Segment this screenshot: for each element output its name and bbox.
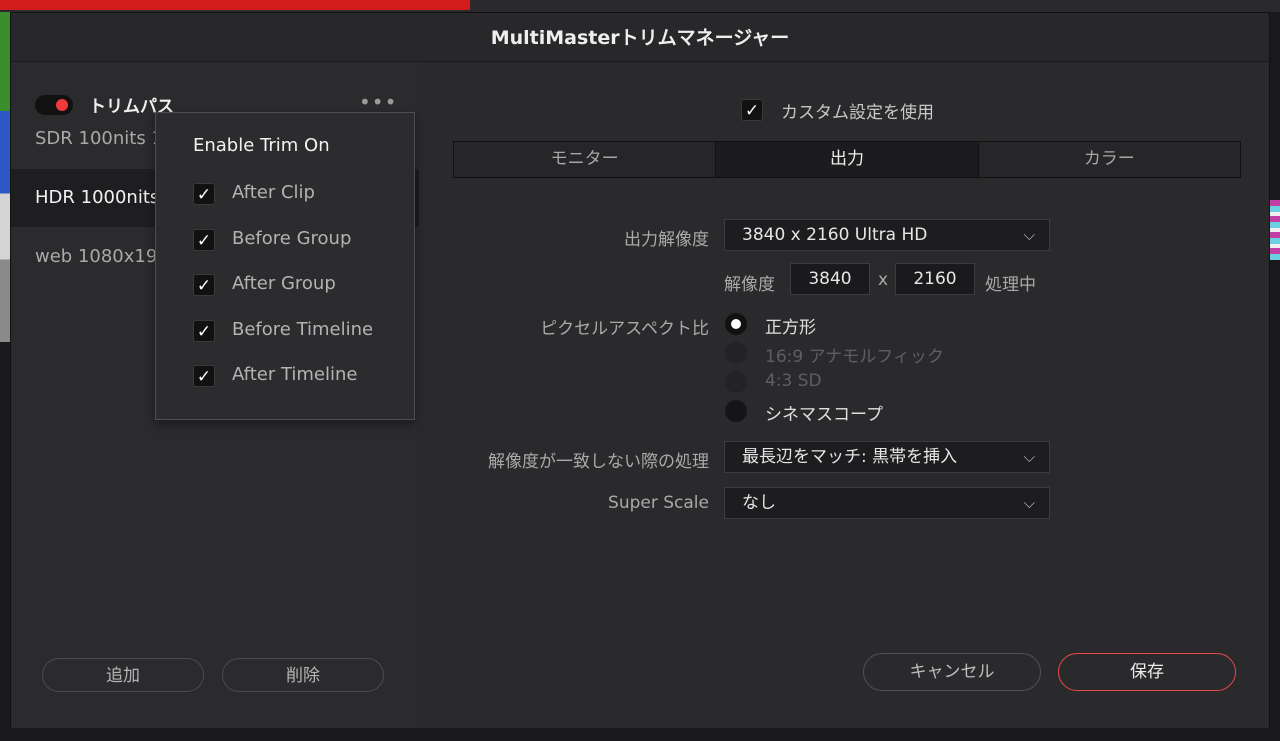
checkmark-icon[interactable]: ✓ [741,99,763,121]
settings-panel: ✓ カスタム設定を使用 モニター 出力 カラー 出力解像度 3840 x 216… [419,61,1269,728]
mismatch-dropdown[interactable]: 最長辺をマッチ: 黒帯を挿入 ⌵ [724,441,1050,473]
enable-trim-popup: Enable Trim On ✓ After Clip ✓ Before Gro… [155,112,415,420]
radio-4-3-sd [725,371,747,393]
chevron-down-icon: ⌵ [1023,226,1035,244]
radio-cinemascope-label: シネマスコープ [765,405,883,425]
delete-button[interactable]: 削除 [222,658,384,692]
settings-tabs: モニター 出力 カラー [453,141,1241,178]
checkmark-icon[interactable]: ✓ [193,320,215,342]
cancel-button[interactable]: キャンセル [863,653,1041,691]
radio-dot [731,319,741,329]
tab-monitor[interactable]: モニター [454,142,717,177]
radio-anamorphic-label: 16:9 アナモルフィック [765,347,944,367]
option-after-timeline-label: After Timeline [232,364,358,385]
background-red-bar [0,0,470,10]
tab-output[interactable]: 出力 [716,142,979,177]
height-input[interactable]: 2160 [895,263,975,295]
option-after-group-label: After Group [232,273,336,294]
checkmark-icon[interactable]: ✓ [193,229,215,251]
resolution-label: 解像度 [724,275,775,295]
option-before-group-label: Before Group [232,228,352,249]
output-resolution-label: 出力解像度 [624,230,709,250]
option-after-clip-label: After Clip [232,182,315,203]
output-resolution-dropdown[interactable]: 3840 x 2160 Ultra HD ⌵ [724,219,1050,251]
popup-title: Enable Trim On [193,135,330,156]
add-button[interactable]: 追加 [42,658,204,692]
output-resolution-value: 3840 x 2160 Ultra HD [742,225,928,245]
mismatch-label: 解像度が一致しない際の処理 [488,452,709,472]
checkmark-icon[interactable]: ✓ [193,365,215,387]
pixel-aspect-label: ピクセルアスペクト比 [540,319,709,339]
dialog-title: MultiMasterトリムマネージャー [490,27,790,49]
super-scale-value: なし [742,493,776,513]
super-scale-dropdown[interactable]: なし ⌵ [724,487,1050,519]
checkmark-icon[interactable]: ✓ [193,274,215,296]
checkmark-icon[interactable]: ✓ [193,183,215,205]
dimension-separator: x [878,270,889,290]
tab-color[interactable]: カラー [978,142,1240,177]
width-input[interactable]: 3840 [790,263,870,295]
radio-anamorphic [725,342,747,364]
radio-square[interactable] [725,313,747,335]
background-right-strip [1270,200,1280,260]
processing-label: 処理中 [985,275,1036,295]
super-scale-label: Super Scale [608,493,709,513]
use-custom-settings-label: カスタム設定を使用 [781,103,934,123]
chevron-down-icon: ⌵ [1023,448,1035,466]
radio-square-label: 正方形 [765,318,816,338]
chevron-down-icon: ⌵ [1023,494,1035,512]
radio-cinemascope[interactable] [725,400,747,422]
radio-4-3-sd-label: 4:3 SD [765,371,822,391]
option-before-timeline-label: Before Timeline [232,319,374,340]
mismatch-value: 最長辺をマッチ: 黒帯を挿入 [742,447,958,467]
save-button[interactable]: 保存 [1058,653,1236,691]
